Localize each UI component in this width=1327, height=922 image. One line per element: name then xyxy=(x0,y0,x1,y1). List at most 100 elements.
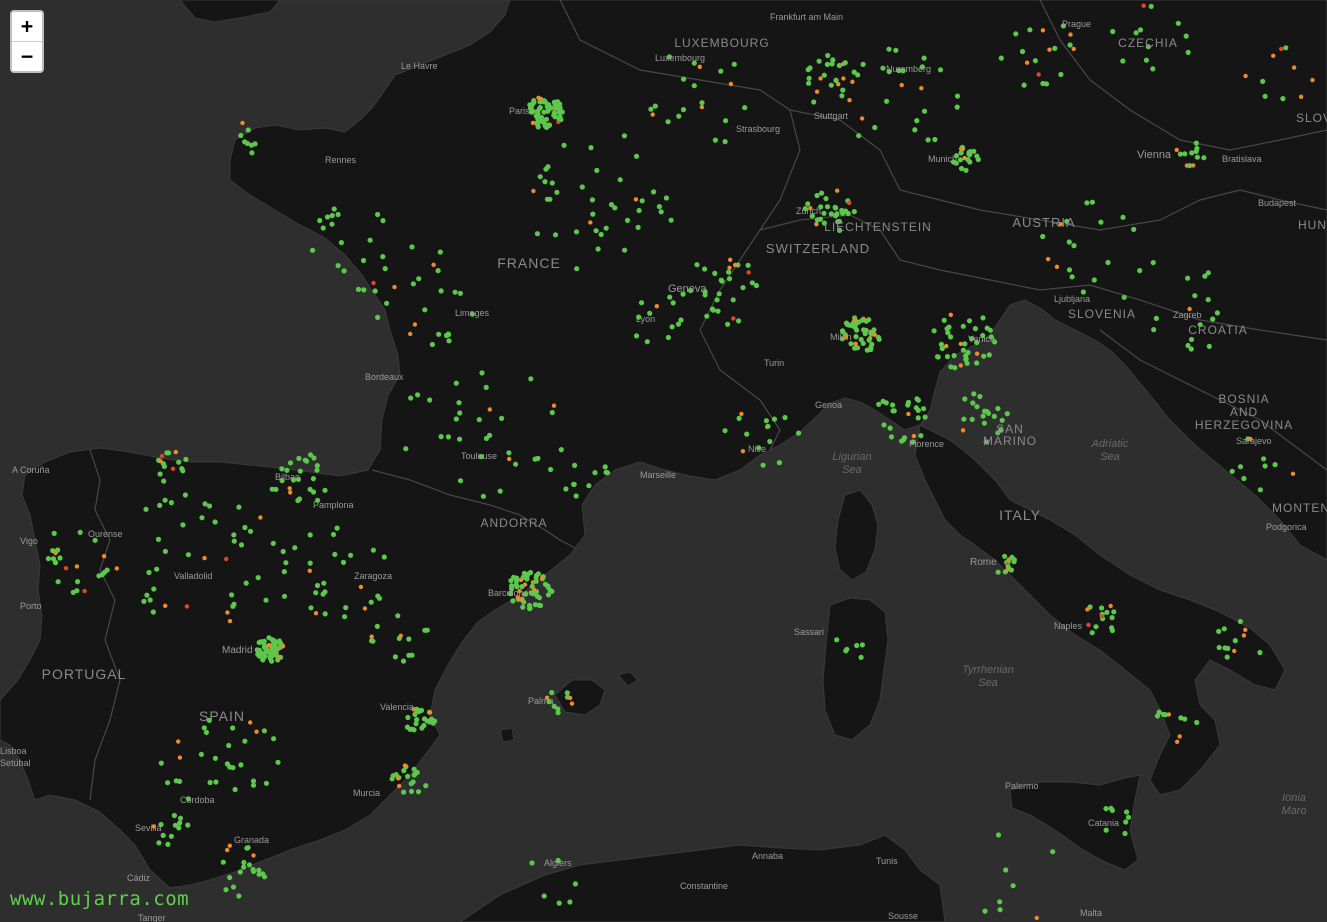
marker-dot[interactable] xyxy=(240,120,245,126)
marker-dot[interactable] xyxy=(866,337,872,343)
marker-dot[interactable] xyxy=(279,466,285,472)
marker-dot[interactable] xyxy=(238,762,244,768)
marker-dot[interactable] xyxy=(177,755,183,760)
marker-dot[interactable] xyxy=(825,52,831,59)
marker-dot[interactable] xyxy=(744,431,750,437)
marker-dot[interactable] xyxy=(372,288,378,294)
marker-dot[interactable] xyxy=(310,247,316,253)
marker-dot[interactable] xyxy=(266,642,272,648)
marker-dot[interactable] xyxy=(727,265,732,270)
marker-dot[interactable] xyxy=(617,177,623,183)
marker-dot[interactable] xyxy=(974,153,980,159)
marker-dot[interactable] xyxy=(944,354,951,360)
marker-dot[interactable] xyxy=(241,864,247,870)
marker-dot[interactable] xyxy=(281,593,288,599)
marker-dot[interactable] xyxy=(457,410,463,416)
marker-dot[interactable] xyxy=(911,433,917,439)
marker-dot[interactable] xyxy=(536,95,541,101)
marker-dot[interactable] xyxy=(948,312,953,317)
map-canvas[interactable]: LUXEMBOURG CZECHIA FRANCE AUSTRIA LIECHT… xyxy=(0,0,1327,922)
marker-dot[interactable] xyxy=(329,213,335,219)
marker-dot[interactable] xyxy=(921,108,928,114)
marker-dot[interactable] xyxy=(1182,151,1188,157)
marker-dot[interactable] xyxy=(543,116,550,122)
marker-dot[interactable] xyxy=(859,642,866,648)
marker-dot[interactable] xyxy=(257,653,263,659)
marker-dot[interactable] xyxy=(405,773,411,780)
marker-dot[interactable] xyxy=(853,317,858,322)
marker-dot[interactable] xyxy=(549,409,555,416)
marker-dot[interactable] xyxy=(608,202,615,208)
marker-dot[interactable] xyxy=(726,276,733,282)
marker-dot[interactable] xyxy=(739,411,744,417)
marker-dot[interactable] xyxy=(534,231,541,237)
marker-dot[interactable] xyxy=(699,104,705,110)
marker-dot[interactable] xyxy=(114,566,120,571)
marker-dot[interactable] xyxy=(1205,270,1211,276)
marker-dot[interactable] xyxy=(1222,645,1228,651)
marker-dot[interactable] xyxy=(176,739,181,744)
marker-dot[interactable] xyxy=(830,57,836,63)
marker-dot[interactable] xyxy=(840,87,846,93)
marker-dot[interactable] xyxy=(863,327,869,333)
marker-dot[interactable] xyxy=(307,568,312,573)
marker-dot[interactable] xyxy=(821,210,827,216)
marker-dot[interactable] xyxy=(960,347,967,353)
marker-dot[interactable] xyxy=(644,339,650,345)
marker-dot[interactable] xyxy=(453,380,459,386)
marker-dot[interactable] xyxy=(269,637,275,643)
marker-dot[interactable] xyxy=(199,515,205,521)
marker-dot[interactable] xyxy=(860,61,866,67)
marker-dot[interactable] xyxy=(722,428,728,434)
marker-dot[interactable] xyxy=(925,137,931,143)
marker-dot[interactable] xyxy=(1174,739,1180,744)
marker-dot[interactable] xyxy=(872,332,877,337)
marker-dot[interactable] xyxy=(251,853,256,858)
marker-dot[interactable] xyxy=(1120,58,1126,64)
marker-dot[interactable] xyxy=(541,893,547,899)
marker-dot[interactable] xyxy=(410,281,416,287)
marker-dot[interactable] xyxy=(723,118,729,124)
marker-dot[interactable] xyxy=(918,433,924,439)
marker-dot[interactable] xyxy=(1232,648,1237,654)
marker-dot[interactable] xyxy=(457,436,463,442)
marker-dot[interactable] xyxy=(155,536,162,543)
marker-dot[interactable] xyxy=(604,470,611,476)
marker-dot[interactable] xyxy=(567,899,573,905)
marker-dot[interactable] xyxy=(376,595,383,601)
marker-dot[interactable] xyxy=(151,586,157,592)
marker-dot[interactable] xyxy=(287,486,292,491)
marker-dot[interactable] xyxy=(276,638,282,644)
marker-dot[interactable] xyxy=(296,455,302,461)
marker-dot[interactable] xyxy=(776,460,783,466)
marker-dot[interactable] xyxy=(1279,46,1284,52)
marker-dot[interactable] xyxy=(1237,618,1243,625)
marker-dot[interactable] xyxy=(273,650,279,656)
marker-dot[interactable] xyxy=(1004,411,1010,417)
marker-dot[interactable] xyxy=(1043,81,1050,87)
marker-dot[interactable] xyxy=(313,590,319,596)
marker-dot[interactable] xyxy=(280,643,286,649)
marker-dot[interactable] xyxy=(52,559,58,565)
marker-dot[interactable] xyxy=(201,725,207,731)
marker-dot[interactable] xyxy=(150,609,156,615)
marker-dot[interactable] xyxy=(243,580,249,586)
marker-dot[interactable] xyxy=(514,575,520,581)
marker-dot[interactable] xyxy=(842,60,848,66)
marker-dot[interactable] xyxy=(367,237,373,243)
marker-dot[interactable] xyxy=(876,336,882,342)
marker-dot[interactable] xyxy=(445,434,451,440)
marker-dot[interactable] xyxy=(1221,626,1227,632)
marker-dot[interactable] xyxy=(360,257,367,264)
marker-dot[interactable] xyxy=(446,338,452,344)
marker-dot[interactable] xyxy=(160,832,166,839)
marker-dot[interactable] xyxy=(320,591,326,597)
marker-dot[interactable] xyxy=(1099,605,1105,611)
marker-dot[interactable] xyxy=(592,470,598,476)
marker-dot[interactable] xyxy=(995,832,1002,838)
marker-dot[interactable] xyxy=(855,345,861,351)
marker-dot[interactable] xyxy=(452,289,458,295)
marker-dot[interactable] xyxy=(292,545,298,551)
marker-dot[interactable] xyxy=(937,67,944,73)
marker-dot[interactable] xyxy=(238,542,245,548)
